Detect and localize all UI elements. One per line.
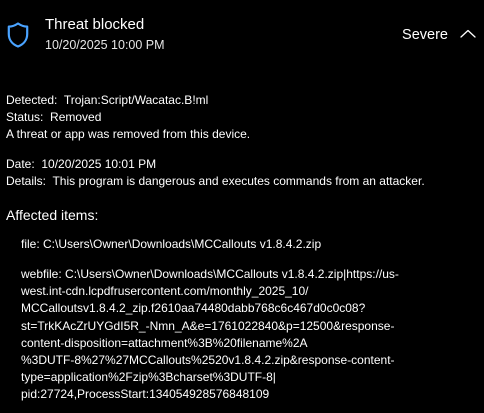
webfile-line: MCCalloutsv1.8.4.2_zip.f2610aa74480dabb7… [21,301,366,316]
chevron-up-icon[interactable] [458,26,478,42]
details-label: Details: [6,174,47,188]
webfile-line: west.int-cdn.lcpdfrusercontent.com/month… [21,284,309,299]
details-row: Details: This program is dangerous and e… [6,173,482,190]
webfile-line: pid:27724,ProcessStart:13405492857684810… [21,387,270,402]
detected-value: Trojan:Script/Wacatac.B!ml [63,93,209,107]
detected-label: Detected: [6,93,58,107]
notification-title: Threat blocked [45,16,145,33]
date-label: Date: [6,157,35,171]
date-row: Date: 10/20/2025 10:01 PM [6,156,482,173]
status-value: Removed [50,110,102,124]
shield-icon [7,22,29,48]
affected-item-webfile: webfile: C:\Users\Owner\Downloads\MCCall… [21,266,481,404]
status-message: A threat or app was removed from this de… [6,127,251,141]
status-row: Status: Removed [6,109,482,126]
webfile-line: %3DUTF-8%27%27MCCallouts%2520v1.8.4.2.zi… [21,352,395,367]
notification-header: Threat blocked 10/20/2025 10:00 PM Sever… [0,0,484,68]
severity-label: Severe [402,27,448,43]
affected-items-heading: Affected items: [6,207,99,223]
notification-timestamp: 10/20/2025 10:00 PM [45,38,165,52]
webfile-line: st=TrkKAcZrUYGdI5R_-Nmn_A&e=1761022840&p… [21,318,395,333]
webfile-line: type=application%2Fzip%3Bcharset%3DUTF-8… [21,370,276,385]
date-value: 10/20/2025 10:01 PM [41,157,157,171]
webfile-line: webfile: C:\Users\Owner\Downloads\MCCall… [21,267,399,281]
affected-item-file: file: C:\Users\Owner\Downloads\MCCallout… [21,237,322,251]
status-label: Status: [6,110,44,124]
threat-details: Detected: Trojan:Script/Wacatac.B!ml Sta… [6,92,482,190]
webfile-line: content-disposition=attachment%3B%20file… [21,335,308,350]
detected-row: Detected: Trojan:Script/Wacatac.B!ml [6,92,482,109]
details-value: This program is dangerous and executes c… [52,174,425,188]
